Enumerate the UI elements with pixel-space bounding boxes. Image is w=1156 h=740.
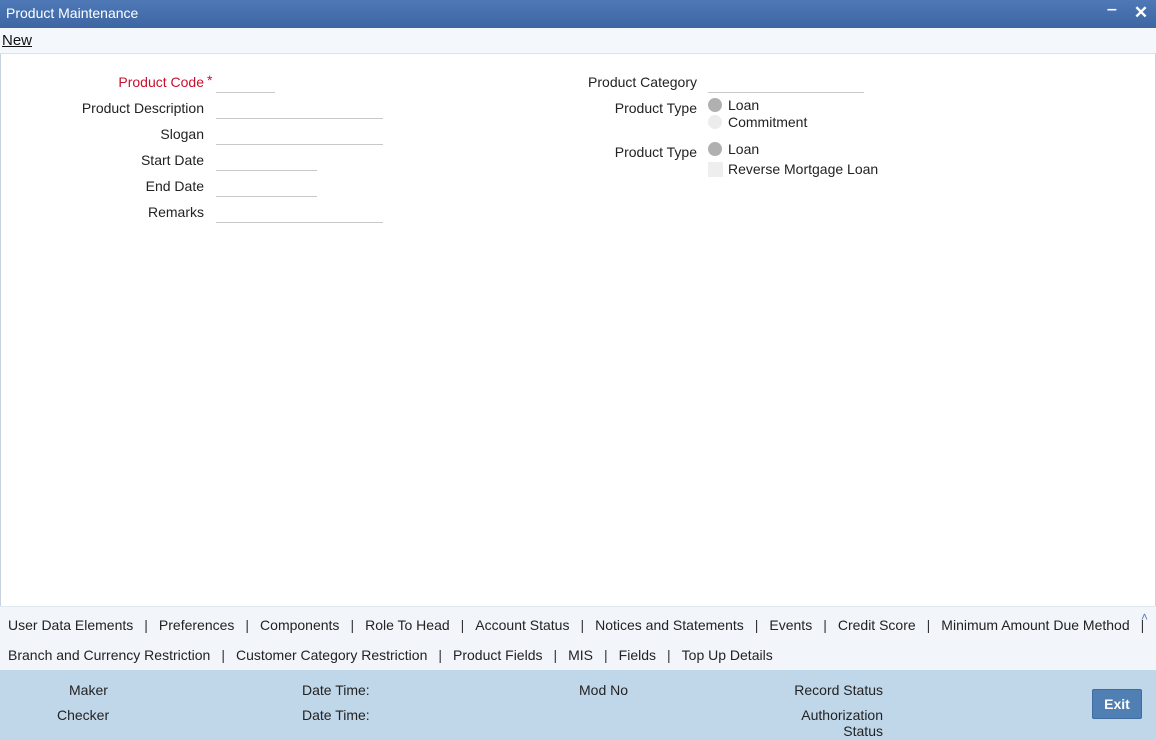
tab-credit-score[interactable]: Credit Score [838,617,916,633]
exit-button[interactable]: Exit [1092,689,1142,719]
tab-minimum-amount-due-method[interactable]: Minimum Amount Due Method [941,617,1129,633]
tab-separator: | [460,617,465,633]
tab-separator: | [926,617,931,633]
product-category-input[interactable] [708,73,864,93]
end-date-input[interactable] [216,177,317,197]
tab-separator: | [604,647,608,663]
product-type-label-2: Product Type [614,144,697,160]
tab-separator: | [245,617,250,633]
tab-separator: | [823,617,827,633]
tab-separator: | [580,617,585,633]
slogan-label: Slogan [160,126,204,142]
product-description-label: Product Description [81,100,204,116]
audit-footer: Maker Checker Date Time: Date Time: Mod … [0,670,1156,740]
tab-separator: | [350,617,355,633]
product-code-label: Product Code [118,74,204,90]
reverse-mortgage-loan-checkbox[interactable] [708,162,723,177]
title-bar: Product Maintenance ‒ ✕ [0,0,1156,28]
tab-customer-category-restriction[interactable]: Customer Category Restriction [236,647,427,663]
loan-option-label-2: Loan [728,141,760,157]
tab-preferences[interactable]: Preferences [159,617,234,633]
loan-option-label: Loan [728,97,760,113]
tab-separator: | [667,647,671,663]
tab-separator: | [754,617,759,633]
commitment-option-label: Commitment [728,114,808,130]
loan-radio[interactable] [708,98,722,112]
end-date-label: End Date [145,178,204,194]
window-title: Product Maintenance [6,5,139,21]
record-status-label: Record Status [794,682,883,698]
product-category-label: Product Category [588,74,697,90]
loan-radio-2[interactable] [708,142,722,156]
tab-role-to-head[interactable]: Role To Head [365,617,450,633]
tab-separator: | [553,647,558,663]
product-type-label: Product Type [614,100,697,116]
start-date-label: Start Date [140,152,204,168]
tab-row-1: User Data Elements | Preferences | Component… [8,617,1155,633]
minimize-icon[interactable]: ‒ [1102,1,1122,21]
product-code-input[interactable] [216,73,275,93]
tab-fields[interactable]: Fields [619,647,656,663]
subsystem-tabs: ˄ User Data Elements | Preferences | Compone… [0,606,1156,670]
checker-label: Checker [57,707,110,723]
new-link[interactable]: New [2,32,32,49]
maker-label: Maker [69,682,108,698]
tab-events[interactable]: Events [769,617,812,633]
tab-mis[interactable]: MIS [568,647,593,663]
remarks-label: Remarks [147,204,204,220]
remarks-input[interactable] [216,203,383,223]
reverse-mortgage-loan-label: Reverse Mortgage Loan [728,161,879,177]
close-icon[interactable]: ✕ [1131,3,1151,23]
tab-components[interactable]: Components [260,617,339,633]
tab-branch-and-currency-restriction[interactable]: Branch and Currency Restriction [8,647,210,663]
start-date-input[interactable] [216,151,317,171]
tab-separator: | [221,647,225,663]
maker-date-time-label: Date Time: [302,682,370,698]
tab-notices-and-statements[interactable]: Notices and Statements [595,617,744,633]
mod-no-label: Mod No [579,682,629,698]
tab-separator: | [144,617,148,633]
tab-account-status[interactable]: Account Status [475,617,569,633]
authorization-label: Authorization [801,707,883,723]
tab-top-up-details[interactable]: Top Up Details [682,647,773,663]
tab-row-2: Branch and Currency Restriction | Customer… [8,647,773,663]
tab-product-fields[interactable]: Product Fields [453,647,542,663]
commitment-radio[interactable] [708,115,722,129]
product-description-input[interactable] [216,99,383,119]
tab-separator: | [438,647,442,663]
tab-user-data-elements[interactable]: User Data Elements [8,617,133,633]
toolbar: New [0,28,1156,54]
authorization-status-label: Status [843,723,883,739]
required-mark: * [207,72,213,88]
slogan-input[interactable] [216,125,383,145]
checker-date-time-label: Date Time: [302,707,370,723]
tab-separator: | [1140,617,1145,633]
